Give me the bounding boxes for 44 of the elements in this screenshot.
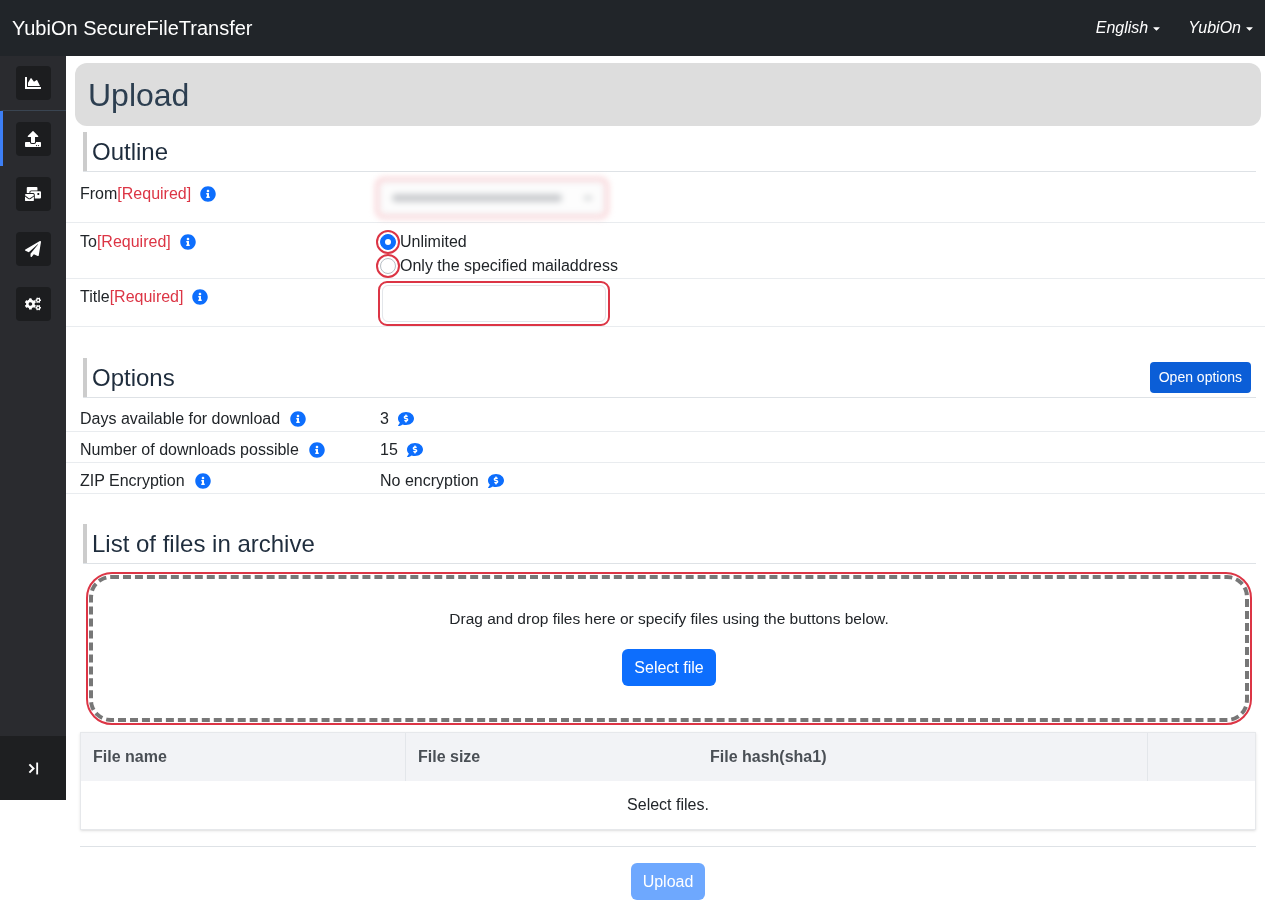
dollar-speech-bubble-icon[interactable] <box>405 441 424 458</box>
required-marker: [Required] <box>117 184 192 204</box>
select-file-button[interactable]: Select file <box>622 649 716 686</box>
dollar-speech-bubble-icon[interactable] <box>486 472 505 489</box>
drop-zone[interactable]: Drag and drop files here or specify files using the buttons below. Select file <box>86 572 1252 725</box>
option-label: Unlimited <box>400 232 467 252</box>
column-header: File size <box>417 747 482 767</box>
option-value: No encryption <box>380 470 479 491</box>
option-name: ZIP Encryption <box>80 470 185 491</box>
section-heading: List of files in archive <box>83 524 315 563</box>
field-label: To <box>80 232 97 252</box>
info-icon[interactable] <box>194 472 211 489</box>
option-value: 3 <box>380 408 389 429</box>
required-marker: [Required] <box>109 287 184 307</box>
open-options-button[interactable]: Open options <box>1149 362 1251 393</box>
info-icon[interactable] <box>290 410 307 427</box>
section-heading: Options <box>83 358 175 397</box>
area-chart-icon[interactable] <box>15 66 51 100</box>
option-value: 15 <box>380 439 398 460</box>
option-name: Number of downloads possible <box>80 439 299 460</box>
from-select-field[interactable] <box>376 178 608 218</box>
required-marker: [Required] <box>96 232 171 252</box>
title-input-field[interactable] <box>378 281 610 326</box>
field-label: From <box>80 184 118 204</box>
page-title: Upload <box>88 75 190 115</box>
envelopes-icon[interactable] <box>15 176 51 211</box>
info-icon[interactable] <box>200 186 217 202</box>
info-icon[interactable] <box>308 441 325 458</box>
empty-table-message: Select files. <box>627 795 709 815</box>
section-heading: Outline <box>83 132 169 171</box>
info-icon[interactable] <box>192 289 209 305</box>
field-label: Title <box>80 287 110 307</box>
chevron-bar-icon <box>27 761 39 775</box>
upload-icon[interactable] <box>15 121 51 156</box>
gears-icon[interactable] <box>15 286 51 321</box>
dollar-speech-bubble-icon[interactable] <box>396 410 415 427</box>
menu-dropdown[interactable]: English <box>1095 16 1163 40</box>
paper-plane-icon[interactable] <box>15 231 51 266</box>
option-name: Days available for download <box>80 408 281 429</box>
drop-zone-hint: Drag and drop files here or specify files using the buttons below. <box>449 609 889 629</box>
option-label: Only the specified mailaddress <box>400 256 618 276</box>
app-title: YubiOn SecureFileTransfer <box>12 16 253 41</box>
menu-dropdown[interactable]: YubiOn <box>1188 16 1255 40</box>
info-icon[interactable] <box>179 234 196 250</box>
